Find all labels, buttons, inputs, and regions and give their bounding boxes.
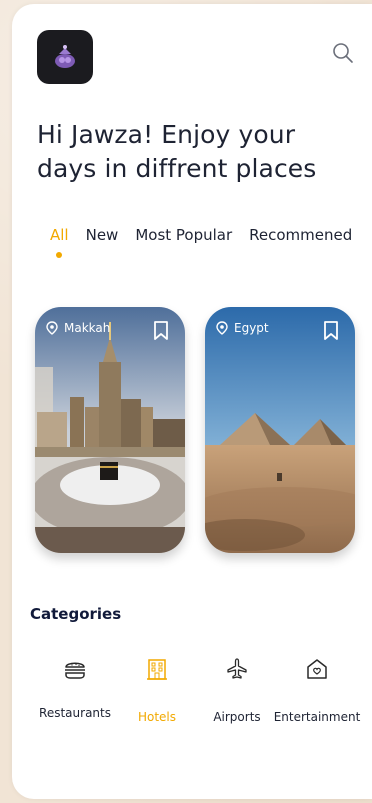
category-restaurants[interactable]: Restaurants xyxy=(39,656,111,720)
greeting-heading: Hi Jawza! Enjoy your days in diffrent pl… xyxy=(37,118,337,186)
category-entertainment[interactable]: Entertainment xyxy=(274,656,360,724)
makkah-photo xyxy=(35,307,185,553)
place-card-egypt[interactable]: Egypt xyxy=(205,307,355,553)
active-tab-indicator xyxy=(56,252,63,258)
tab-most-popular[interactable]: Most Popular xyxy=(135,226,232,244)
category-label: Restaurants xyxy=(39,706,111,720)
tab-recommended[interactable]: Recommened xyxy=(249,226,352,244)
tab-recommended-label: Recommened xyxy=(249,226,353,244)
logo-icon xyxy=(55,45,75,68)
location-pin-icon xyxy=(216,321,228,335)
location-pin-icon xyxy=(46,321,58,335)
app-screen: Hi Jawza! Enjoy your days in diffrent pl… xyxy=(12,4,372,799)
category-label: Entertainment xyxy=(273,710,361,724)
place-location: Makkah xyxy=(46,321,110,335)
house-heart-icon xyxy=(304,656,330,682)
category-airports[interactable]: Airports xyxy=(208,656,266,724)
bookmark-icon[interactable] xyxy=(153,321,169,341)
filter-tabs: All New Most Popular Recommened xyxy=(50,226,369,258)
category-hotels[interactable]: Hotels xyxy=(130,656,184,724)
category-label: Hotels xyxy=(137,710,177,724)
place-card-makkah[interactable]: Makkah xyxy=(35,307,185,553)
hotel-icon xyxy=(144,656,170,682)
app-logo[interactable] xyxy=(37,30,93,84)
greeting-line-1: Hi Jawza! Enjoy your xyxy=(37,120,296,149)
tab-most-popular-label: Most Popular xyxy=(135,226,233,244)
greeting-line-2: days in diffrent places xyxy=(37,154,317,183)
bookmark-icon[interactable] xyxy=(323,321,339,341)
airplane-icon xyxy=(224,656,250,682)
burger-icon xyxy=(62,656,88,682)
place-location: Egypt xyxy=(216,321,269,335)
tab-new-label: New xyxy=(85,226,119,244)
place-name: Makkah xyxy=(64,321,111,335)
place-name: Egypt xyxy=(234,321,269,335)
search-icon[interactable] xyxy=(332,42,354,64)
tab-new[interactable]: New xyxy=(86,226,119,244)
category-label: Airports xyxy=(213,710,261,724)
categories-heading: Categories xyxy=(30,605,122,623)
egypt-photo xyxy=(205,307,355,553)
tab-all[interactable]: All xyxy=(50,226,69,258)
tab-all-label: All xyxy=(50,226,69,244)
